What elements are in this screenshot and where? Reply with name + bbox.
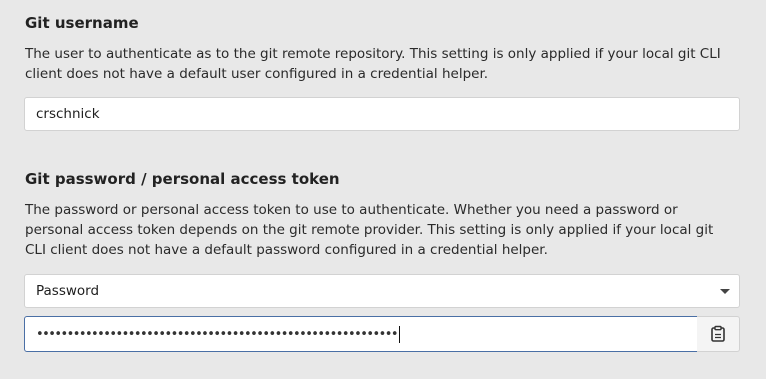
git-username-description: The user to authenticate as to the git r… bbox=[25, 46, 721, 82]
git-username-title: Git username bbox=[25, 14, 139, 32]
text-cursor bbox=[398, 325, 400, 343]
git-password-title: Git password / personal access token bbox=[25, 170, 340, 188]
auth-type-selected-value: Password bbox=[36, 283, 100, 299]
git-username-input[interactable]: crschnick bbox=[24, 97, 740, 131]
password-masked-value: ••••••••••••••••••••••••••••••••••••••••… bbox=[36, 326, 399, 342]
chevron-down-icon bbox=[720, 288, 730, 294]
auth-type-select[interactable]: Password bbox=[24, 274, 740, 308]
git-username-value: crschnick bbox=[36, 106, 100, 122]
git-password-input[interactable]: ••••••••••••••••••••••••••••••••••••••••… bbox=[24, 316, 698, 352]
git-password-description: The password or personal access token to… bbox=[25, 202, 714, 258]
clipboard-icon bbox=[711, 325, 725, 342]
paste-from-clipboard-button[interactable] bbox=[697, 316, 740, 352]
